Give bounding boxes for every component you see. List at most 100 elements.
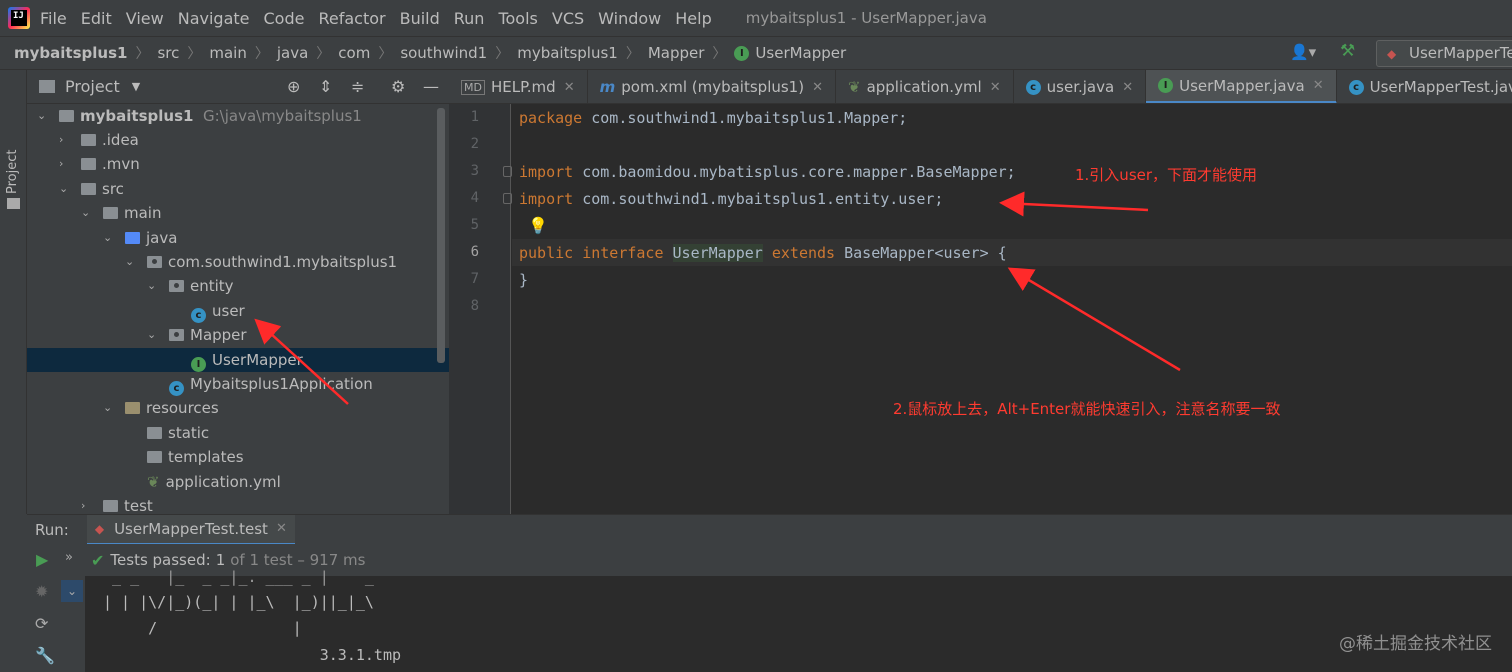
editor-tab-bar: MD HELP.md ✕ m pom.xml (mybaitsplus1) ✕ ❦ app… [449,70,1512,104]
spring-boot-class-icon: c [169,381,184,396]
tab-help-md[interactable]: MD HELP.md ✕ [449,70,588,103]
breadcrumb-item[interactable]: java [277,44,308,62]
build-hammer-icon[interactable]: ⚒ [1340,41,1355,61]
chevron-down-icon[interactable]: ⌄ [61,580,83,602]
menu-code[interactable]: Code [264,9,305,28]
folder-icon [81,183,96,195]
tree-item-static[interactable]: static [27,421,449,445]
tree-item-user[interactable]: c user [27,299,449,323]
close-icon[interactable]: ✕ [564,80,575,95]
menu-navigate[interactable]: Navigate [178,9,250,28]
close-icon[interactable]: ✕ [1122,80,1133,95]
console-output[interactable]: _ _ |_ _ _|_. ___ _ | _ | | |\/|_)(_| | … [85,568,1512,672]
tree-item-mapper[interactable]: ⌄ Mapper [27,323,449,347]
tab-usermapper-java[interactable]: I UserMapper.java ✕ [1146,70,1337,103]
tree-item-application[interactable]: c Mybaitsplus1Application [27,372,449,396]
rerun-icon[interactable]: ▶ [36,550,48,569]
menu-window[interactable]: Window [598,9,661,28]
tree-item-templates[interactable]: templates [27,445,449,469]
tree-item-label: .idea [102,131,139,149]
menu-build[interactable]: Build [400,9,440,28]
menu-tools[interactable]: Tools [498,9,537,28]
run-config-select[interactable]: ◆ UserMapperTe [1376,40,1512,67]
line-number: 8 [470,298,479,314]
rerun-failed-icon[interactable]: ⟳ [35,614,48,633]
run-tab[interactable]: ◆ UserMapperTest.test ✕ [86,514,295,545]
fold-marker-icon[interactable] [503,193,512,204]
tree-item-main[interactable]: ⌄ main [27,201,449,225]
package-icon [169,329,184,341]
code-line-7: } [519,271,529,289]
line-number: 4 [470,190,479,206]
breadcrumb-item[interactable]: southwind1 [400,44,487,62]
run-config-icon: ◆ [1387,47,1397,61]
breadcrumb-item[interactable]: Mapper [648,44,705,62]
tree-item-label: Mapper [190,326,247,344]
tree-scrollbar[interactable] [437,108,445,363]
tree-item-src[interactable]: ⌄ src [27,177,449,201]
menu-help[interactable]: Help [675,9,711,28]
tree-item-resources[interactable]: ⌄ resources [27,396,449,420]
test-status-text: Tests passed: [110,551,211,569]
tab-pom-xml[interactable]: m pom.xml (mybaitsplus1) ✕ [588,70,836,103]
annotation-text-2: 2.鼠标放上去，Alt+Enter就能快速引入，注意名称要一致 [893,400,1281,418]
expand-icon[interactable]: » [65,550,73,565]
minimize-icon[interactable]: — [423,77,439,96]
tab-user-java[interactable]: c user.java ✕ [1014,70,1147,103]
menu-file[interactable]: File [40,9,67,28]
run-tab-label: UserMapperTest.test [114,519,268,538]
lightbulb-icon[interactable]: 💡 [528,216,548,235]
code-editor[interactable]: package com.southwind1.mybaitsplus1.Mapp… [512,104,1512,514]
expand-all-icon[interactable]: ⇕ [319,77,332,96]
close-icon[interactable]: ✕ [276,521,287,536]
user-icon[interactable]: 👤▾ [1290,43,1316,61]
tab-application-yml[interactable]: ❦ application.yml ✕ [836,70,1014,103]
tab-label: UserMapperTest.java [1369,78,1512,96]
tree-item-java[interactable]: ⌄ java [27,226,449,250]
breadcrumb-item[interactable]: src [157,44,179,62]
markdown-icon: MD [461,79,485,95]
tree-item-application-yml[interactable]: ❦ application.yml [27,470,449,494]
tab-label: HELP.md [490,78,556,96]
tree-item-entity[interactable]: ⌄ entity [27,274,449,298]
menu-refactor[interactable]: Refactor [318,9,385,28]
close-icon[interactable]: ✕ [1313,78,1324,93]
tree-item-label: test [124,497,153,514]
tree-item-package[interactable]: ⌄ com.southwind1.mybaitsplus1 [27,250,449,274]
menu-edit[interactable]: Edit [81,9,112,28]
tab-usermappertest-java[interactable]: cUserMapperTest.java✕ [1337,70,1512,103]
menu-view[interactable]: View [126,9,164,28]
gear-icon[interactable]: ⚙ [391,77,405,96]
project-tool-tab[interactable]: Project [5,150,20,194]
project-panel-title[interactable]: Project [65,77,120,96]
breadcrumb-item[interactable]: mybaitsplus1 [517,44,618,62]
bottom-left-strip [0,514,27,672]
tree-item-usermapper[interactable]: I UserMapper [27,348,449,372]
menu-run[interactable]: Run [454,9,485,28]
breadcrumb-item[interactable]: com [338,44,370,62]
breadcrumb-item[interactable]: UserMapper [755,44,846,62]
breadcrumb-item[interactable]: main [209,44,246,62]
debug-icon[interactable]: ✹ [35,582,48,601]
close-icon[interactable]: ✕ [812,80,823,95]
wrench-icon[interactable]: 🔧 [35,646,55,665]
breadcrumb-item[interactable]: mybaitsplus1 [14,44,127,62]
close-icon[interactable]: ✕ [990,80,1001,95]
tree-item-label: templates [168,448,244,466]
interface-icon: I [191,357,206,372]
project-path: G:\java\mybaitsplus1 [202,107,362,125]
line-number: 1 [470,109,479,125]
menu-vcs[interactable]: VCS [552,9,584,28]
left-tool-strip: Project [0,70,27,515]
intellij-logo-icon: IJ [8,7,30,29]
tree-item-test[interactable]: › test [27,494,449,514]
collapse-all-icon[interactable]: ≑ [351,77,364,96]
chevron-down-icon[interactable]: ▼ [132,80,140,93]
locate-icon[interactable]: ⊕ [287,77,300,96]
fold-marker-icon[interactable] [503,166,512,177]
class-icon: c [1025,79,1041,95]
tree-item-root[interactable]: ⌄ mybaitsplus1 G:\java\mybaitsplus1 [27,104,449,128]
test-class-icon: c [1348,79,1364,95]
tree-item-mvn[interactable]: › .mvn [27,152,449,176]
tree-item-idea[interactable]: › .idea [27,128,449,152]
